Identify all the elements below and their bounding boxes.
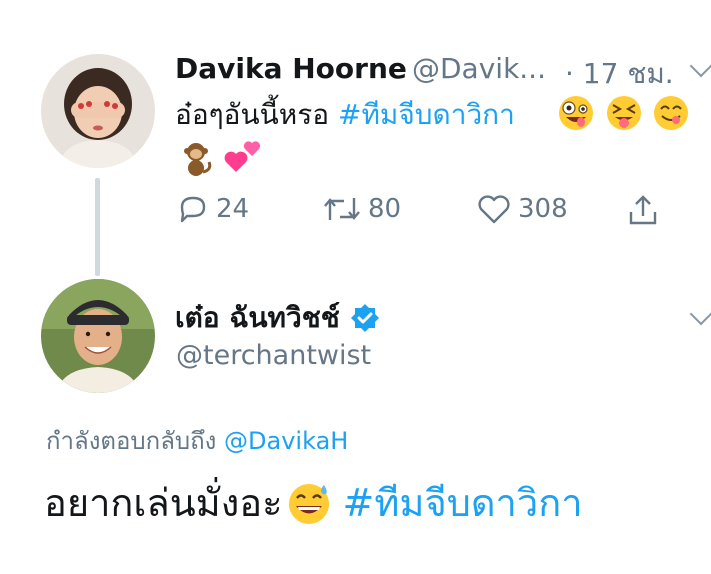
like-action[interactable]: 308 [476, 192, 568, 226]
share-action[interactable] [625, 192, 661, 228]
retweet-count: 80 [368, 194, 402, 224]
tweet-timestamp[interactable]: · 17 ชม. [565, 52, 674, 96]
replying-to-label: กำลังตอบกลับถึง [46, 427, 217, 455]
reply-author-handle[interactable]: @terchantwist [176, 340, 371, 371]
author-handle[interactable]: @Davik... [412, 52, 546, 85]
tweet-menu-chevron-icon[interactable] [689, 54, 711, 78]
reply-count: 24 [216, 194, 250, 224]
yum-face-emoji-icon [654, 96, 688, 130]
share-icon [629, 195, 657, 225]
tweet-text-line1: อ๋อๆอันนี้หรอ #ทีมจีบดาวิกา [175, 93, 515, 137]
reply-action[interactable]: 24 [176, 192, 249, 226]
reply-hashtag[interactable]: #ทีมจีบดาวิกา [343, 472, 583, 533]
terchantwist-avatar[interactable] [41, 279, 155, 393]
thread-connector-line [95, 178, 100, 276]
zany-face-emoji-icon [559, 96, 593, 130]
retweet-action[interactable]: 80 [322, 192, 401, 226]
tweet-text: อ๋อๆอันนี้หรอ [175, 98, 330, 131]
squinting-tongue-face-emoji-icon [607, 96, 641, 130]
reply-text: อยากเล่นมั่งอะ [44, 481, 283, 525]
like-count: 308 [518, 194, 568, 224]
replying-to-handle[interactable]: @DavikaH [224, 427, 348, 455]
reply-menu-chevron-icon[interactable] [689, 302, 711, 326]
reply-text-line: อยากเล่นมั่งอะ #ทีมจีบดาวิกา [44, 472, 583, 533]
reply-icon [180, 196, 206, 223]
reply-author-row: เต๋อ ฉันทวิชช์ [175, 296, 380, 340]
heart-icon [478, 195, 510, 224]
sweat-smile-emoji-icon [288, 483, 329, 524]
davika-avatar[interactable] [41, 54, 155, 168]
tweet-hashtag[interactable]: #ทีมจีบดาวิกา [338, 98, 515, 131]
two-hearts-emoji-icon [224, 141, 261, 172]
replying-to-line: กำลังตอบกลับถึง @DavikaH [46, 421, 348, 460]
verified-badge-icon [350, 304, 379, 332]
monkey-emoji-icon [184, 143, 212, 176]
reply-author-name[interactable]: เต๋อ ฉันทวิชช์ [175, 296, 340, 340]
author-name[interactable]: Davika Hoorne [175, 52, 407, 85]
retweet-icon [324, 198, 360, 220]
